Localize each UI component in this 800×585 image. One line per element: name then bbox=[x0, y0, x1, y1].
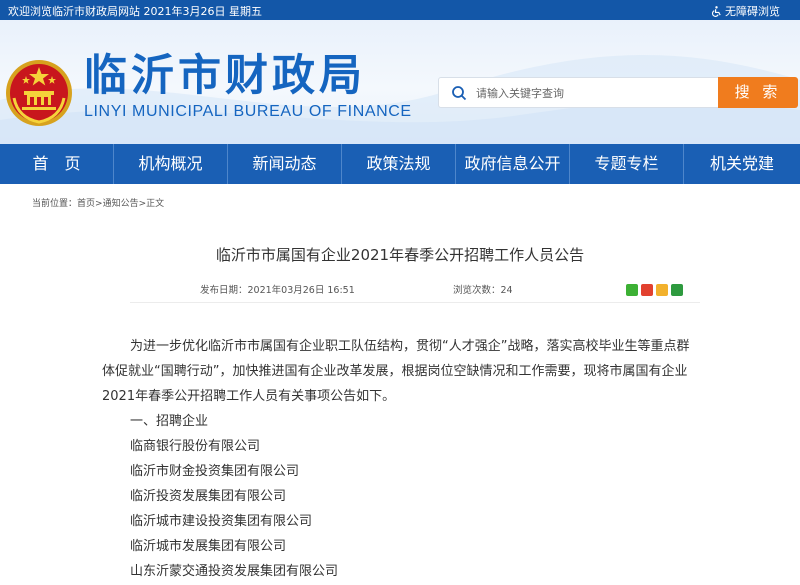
wechat-icon[interactable] bbox=[626, 284, 638, 296]
nav-item-home[interactable]: 首 页 bbox=[0, 144, 114, 184]
breadcrumb-prefix: 当前位置： bbox=[32, 199, 78, 209]
title-divider bbox=[130, 302, 700, 303]
nav-item-policy[interactable]: 政策法规 bbox=[342, 144, 456, 184]
view-count: 浏览次数：24 bbox=[453, 285, 513, 296]
company-list-item: 山东沂蒙交通投资发展集团有限公司 bbox=[130, 564, 339, 579]
nav-item-special-topics[interactable]: 专题专栏 bbox=[570, 144, 684, 184]
national-emblem-icon bbox=[6, 60, 72, 126]
breadcrumb-section-link[interactable]: 通知公告 bbox=[103, 199, 139, 209]
breadcrumb-separator: > bbox=[95, 199, 103, 209]
main-nav: 首 页 机构概况 新闻动态 政策法规 政府信息公开 专题专栏 机关党建 bbox=[0, 144, 800, 184]
site-subtitle: LINYI MUNICIPALI BUREAU OF FINANCE bbox=[84, 103, 412, 120]
company-list-item: 临商银行股份有限公司 bbox=[130, 439, 261, 454]
qzone-icon[interactable] bbox=[656, 284, 668, 296]
company-list-item: 临沂市财金投资集团有限公司 bbox=[130, 464, 300, 479]
nav-item-organization[interactable]: 机构概况 bbox=[114, 144, 228, 184]
wheelchair-icon bbox=[711, 5, 721, 17]
breadcrumb-separator: > bbox=[138, 199, 147, 209]
top-bar: 欢迎浏览临沂市财政局网站 2021年3月26日 星期五 无障碍浏览 bbox=[0, 0, 800, 20]
publish-date: 发布日期：2021年03月26日 16:51 bbox=[200, 285, 355, 296]
section-heading: 一、招聘企业 bbox=[130, 414, 209, 429]
company-list-item: 临沂投资发展集团有限公司 bbox=[130, 489, 287, 504]
nav-item-party-building[interactable]: 机关党建 bbox=[684, 144, 800, 184]
search-button[interactable]: 搜 索 bbox=[718, 77, 798, 108]
douban-icon[interactable] bbox=[671, 284, 683, 296]
search-icon bbox=[452, 85, 467, 100]
welcome-text: 欢迎浏览临沂市财政局网站 2021年3月26日 星期五 bbox=[8, 5, 262, 18]
accessibility-label: 无障碍浏览 bbox=[725, 5, 780, 18]
breadcrumb-home-link[interactable]: 首页 bbox=[77, 199, 95, 209]
accessibility-link[interactable]: 无障碍浏览 bbox=[711, 3, 780, 19]
breadcrumb: 当前位置：首页>通知公告>正文 bbox=[32, 196, 164, 209]
company-list-item: 临沂城市建设投资集团有限公司 bbox=[130, 514, 313, 529]
intro-paragraph: 为进一步优化临沂市市属国有企业职工队伍结构，贯彻“人才强企”战略，落实高校毕业生… bbox=[102, 339, 690, 404]
weibo-icon[interactable] bbox=[641, 284, 653, 296]
article-title: 临沂市市属国有企业2021年春季公开招聘工作人员公告 bbox=[215, 246, 585, 264]
search-placeholder: 请输入关键字查询 bbox=[476, 86, 564, 100]
site-title: 临沂市财政局 bbox=[84, 51, 366, 101]
share-buttons bbox=[626, 284, 683, 296]
article-body: 为进一步优化临沂市市属国有企业职工队伍结构，贯彻“人才强企”战略，落实高校毕业生… bbox=[102, 334, 692, 584]
article-content: 当前位置：首页>通知公告>正文 临沂市市属国有企业2021年春季公开招聘工作人员… bbox=[0, 184, 800, 585]
search-input[interactable]: 请输入关键字查询 bbox=[438, 77, 720, 108]
company-list-item: 临沂城市发展集团有限公司 bbox=[130, 539, 287, 554]
site-header: 临沂市财政局 LINYI MUNICIPALI BUREAU OF FINANC… bbox=[0, 20, 800, 144]
breadcrumb-current: 正文 bbox=[146, 199, 165, 209]
nav-item-news[interactable]: 新闻动态 bbox=[228, 144, 342, 184]
nav-item-info-disclosure[interactable]: 政府信息公开 bbox=[456, 144, 570, 184]
